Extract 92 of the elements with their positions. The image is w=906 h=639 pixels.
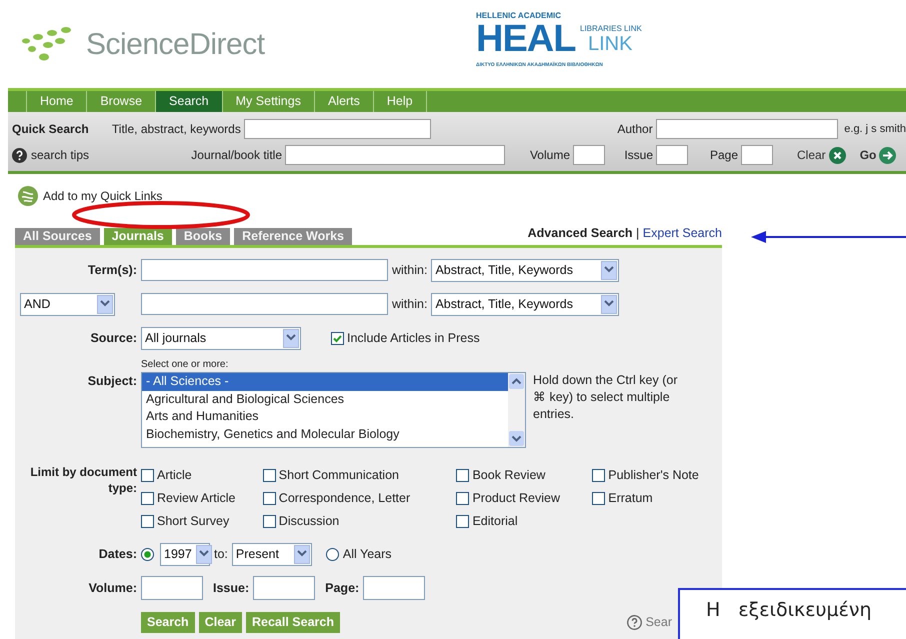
logo: ScienceDirect bbox=[86, 27, 265, 63]
logo: HEAL bbox=[476, 20, 576, 58]
citation-field[interactable] bbox=[253, 576, 316, 600]
checkbox[interactable] bbox=[331, 332, 344, 344]
year-select[interactable]: Present bbox=[232, 542, 312, 566]
quick-search-title: Quick Search bbox=[12, 121, 90, 138]
radio-button[interactable] bbox=[141, 548, 154, 560]
close-icon bbox=[828, 146, 846, 164]
volume-field[interactable] bbox=[573, 145, 605, 165]
term-field[interactable] bbox=[141, 259, 388, 281]
source-select[interactable]: All journals bbox=[141, 326, 301, 350]
field-label: Title, abstract, keywords bbox=[110, 121, 241, 138]
title-field[interactable] bbox=[244, 119, 431, 139]
field-label: Subject: bbox=[86, 373, 137, 390]
checkbox[interactable] bbox=[262, 469, 276, 482]
within-select[interactable]: Abstract, Title, Keywords bbox=[431, 292, 620, 316]
page-field[interactable] bbox=[741, 145, 773, 165]
list-option[interactable]: - All Sciences - bbox=[142, 373, 508, 390]
checkbox-label: Publisher's Note bbox=[608, 467, 699, 484]
checkbox-label: Book Review bbox=[472, 467, 546, 484]
journal-field[interactable] bbox=[285, 145, 505, 165]
search-tips-link[interactable]: search tips bbox=[12, 146, 122, 164]
field-label: Limit by document type: bbox=[29, 464, 137, 496]
field-label: Volume: bbox=[88, 580, 137, 597]
field-label: Term(s): bbox=[86, 262, 137, 279]
field-label: Journal/book title bbox=[190, 147, 282, 164]
checkbox[interactable] bbox=[456, 515, 470, 528]
checkbox[interactable] bbox=[141, 492, 154, 505]
callout-box: Η εξειδικευμένη bbox=[678, 588, 906, 639]
scroll-up-icon[interactable] bbox=[508, 373, 525, 390]
checkbox-label: Short Communication bbox=[278, 467, 399, 484]
globe-icon bbox=[18, 186, 38, 206]
checkbox-label: Review Article bbox=[157, 490, 236, 508]
checkbox[interactable] bbox=[456, 469, 470, 482]
radio-label: All Years bbox=[342, 546, 392, 563]
logo-caption: LIBRARIES LINK bbox=[580, 23, 642, 35]
author-field[interactable] bbox=[656, 119, 838, 139]
hint-text: Select one or more: bbox=[141, 358, 230, 372]
checkbox-label: Article bbox=[157, 467, 192, 484]
citation-field[interactable] bbox=[363, 576, 426, 600]
checkbox-label: Short Survey bbox=[157, 513, 230, 530]
checkbox-label: Correspondence, Letter bbox=[278, 490, 410, 508]
citation-field[interactable] bbox=[141, 576, 203, 600]
radio-button[interactable] bbox=[326, 548, 339, 560]
go-button[interactable]: Go bbox=[860, 146, 896, 164]
field-label: within: bbox=[392, 262, 428, 279]
operator-select[interactable]: AND bbox=[20, 292, 115, 316]
checkbox[interactable] bbox=[592, 492, 606, 505]
help-icon bbox=[626, 614, 642, 630]
separator-text: | bbox=[636, 226, 640, 240]
nav-tab[interactable]: Search bbox=[155, 91, 222, 112]
year-select[interactable]: 1997 bbox=[160, 542, 210, 566]
checkbox[interactable] bbox=[592, 469, 606, 482]
within-select[interactable]: Abstract, Title, Keywords bbox=[431, 258, 620, 282]
list-option[interactable]: Biochemistry, Genetics and Molecular Biology bbox=[142, 426, 508, 443]
expert-search-link[interactable]: Expert Search bbox=[642, 226, 722, 240]
field-label: Issue: bbox=[213, 580, 250, 597]
note-text: Hold down the Ctrl key (or ⌘ key) to select multiple entries. bbox=[533, 372, 679, 423]
checkbox-label: Product Review bbox=[472, 490, 560, 508]
help-icon bbox=[12, 148, 27, 162]
checkbox[interactable] bbox=[456, 492, 470, 505]
field-label: Volume bbox=[528, 147, 570, 164]
hint-text: e.g. j s smith bbox=[844, 122, 906, 137]
field-label: Page: bbox=[325, 580, 360, 597]
issue-field[interactable] bbox=[656, 145, 688, 165]
logo-caption: LINK bbox=[588, 34, 632, 54]
checkbox[interactable] bbox=[262, 492, 276, 505]
checkbox[interactable] bbox=[262, 515, 276, 528]
checkbox-label: Erratum bbox=[608, 490, 653, 508]
checkbox[interactable] bbox=[141, 469, 154, 482]
field-label: Dates: bbox=[98, 546, 137, 563]
checkbox[interactable] bbox=[141, 515, 154, 528]
logo-caption: HELLENIC ACADEMIC bbox=[476, 10, 562, 22]
field-label: Source: bbox=[89, 330, 137, 347]
clear-button[interactable]: Clear bbox=[797, 146, 846, 164]
list-option[interactable]: Arts and Humanities bbox=[142, 408, 508, 426]
field-label: Author bbox=[616, 121, 653, 138]
checkbox-label: Include Articles in Press bbox=[347, 330, 480, 347]
search-tips-link[interactable]: Sear bbox=[626, 612, 672, 632]
checkbox-label: Discussion bbox=[278, 513, 340, 530]
current-mode-label: Advanced Search bbox=[528, 226, 633, 240]
checkbox-label: Editorial bbox=[472, 513, 518, 530]
term-field[interactable] bbox=[141, 293, 388, 315]
field-label: Issue bbox=[623, 147, 653, 164]
field-label: to: bbox=[214, 546, 228, 563]
list-option[interactable]: Agricultural and Biological Sciences bbox=[142, 390, 508, 408]
field-label: Page bbox=[708, 147, 738, 164]
arrow-right-icon bbox=[879, 146, 896, 164]
subject-listbox[interactable]: - All Sciences - Agricultural and Biological Sciences Arts and Humanities Biochemistry, Genetics and Molecular Biology bbox=[141, 372, 526, 448]
quick-links-link[interactable]: Add to my Quick Links bbox=[0, 174, 906, 206]
field-label: within: bbox=[392, 296, 428, 313]
scroll-down-icon[interactable] bbox=[508, 430, 525, 447]
